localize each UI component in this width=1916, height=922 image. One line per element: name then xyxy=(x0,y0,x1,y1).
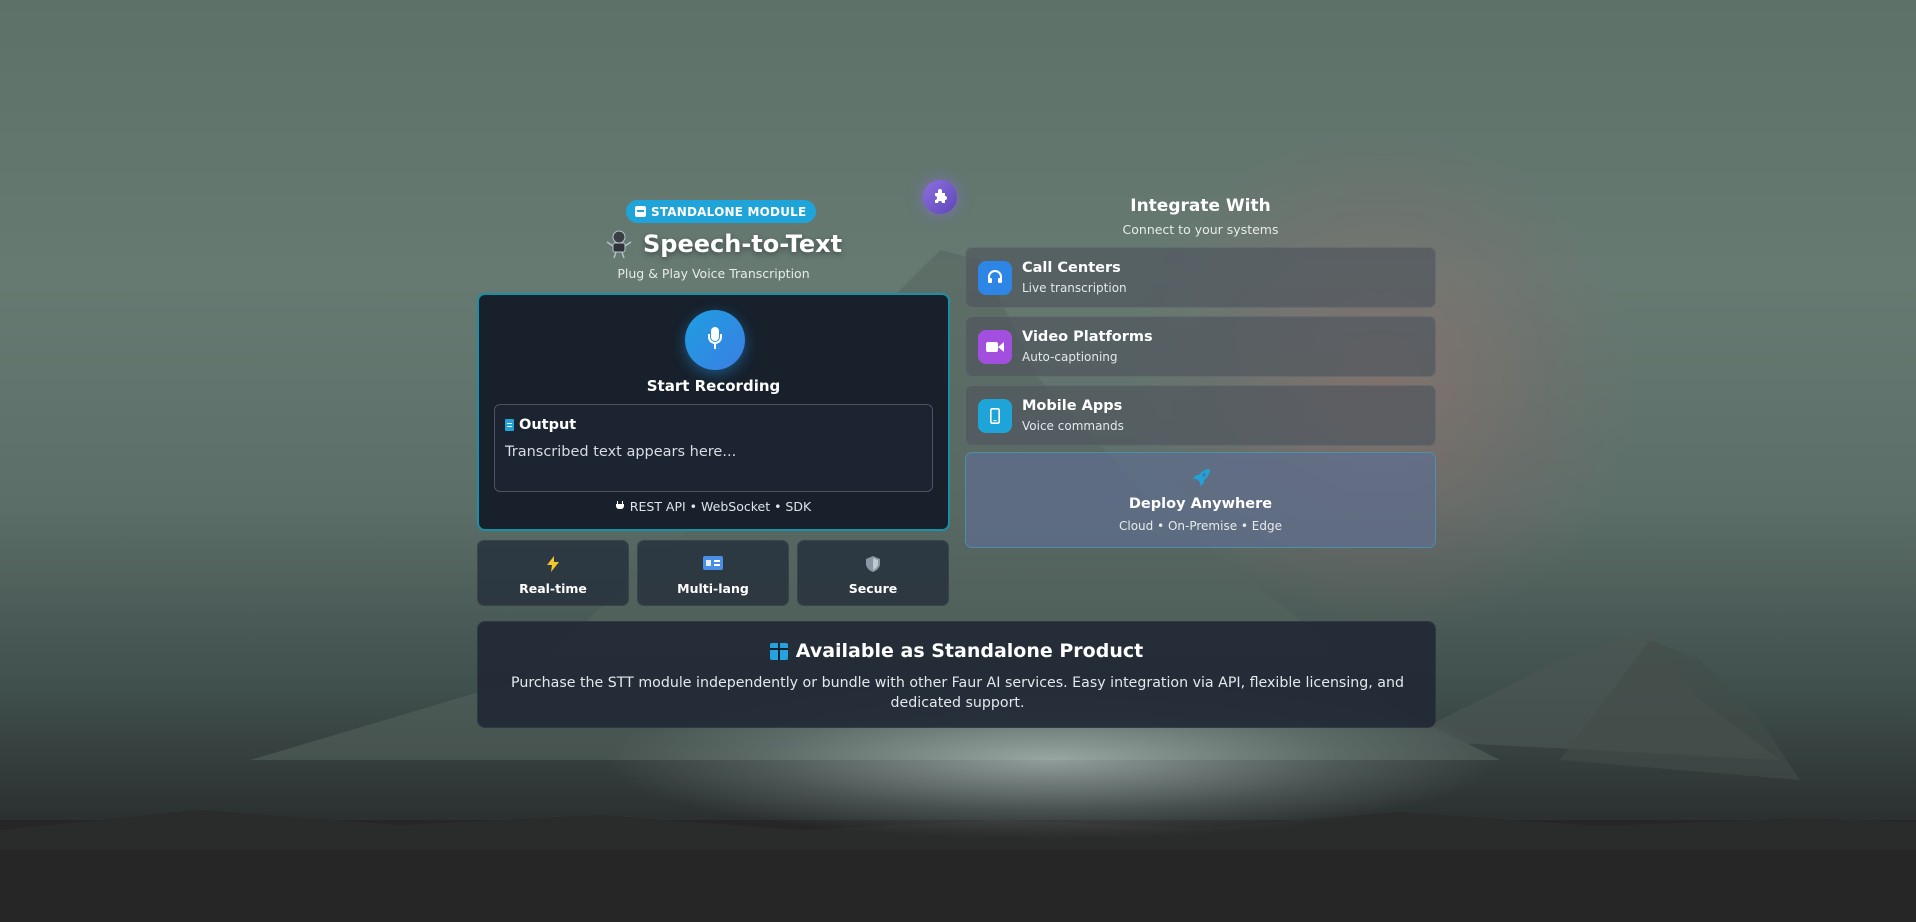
product-description: Purchase the STT module independently or… xyxy=(511,675,1404,711)
background xyxy=(0,0,1916,922)
mountain-landscape xyxy=(0,250,1916,922)
integration-desc: Auto-captioning xyxy=(1022,350,1118,364)
output-box[interactable]: Output Transcribed text appears here... xyxy=(494,404,933,492)
integration-name: Mobile Apps xyxy=(1022,398,1123,414)
mobile-icon xyxy=(978,399,1012,433)
feature-label: Real-time xyxy=(519,581,587,596)
integration-call-centers[interactable]: Call Centers Live transcription xyxy=(965,247,1436,308)
api-line: REST API • WebSocket • SDK xyxy=(479,499,948,514)
integration-name: Video Platforms xyxy=(1022,329,1153,345)
integration-mobile-apps[interactable]: Mobile Apps Voice commands xyxy=(965,385,1436,446)
record-button[interactable] xyxy=(685,310,745,370)
integrations-title: Integrate With xyxy=(1130,196,1271,216)
lightning-icon xyxy=(478,556,628,572)
integration-name: Call Centers xyxy=(1022,260,1121,276)
output-placeholder: Transcribed text appears here... xyxy=(505,444,737,460)
gift-icon xyxy=(769,642,788,660)
feature-secure: Secure xyxy=(797,540,949,606)
rocket-icon xyxy=(966,468,1435,488)
robot-logo-icon xyxy=(603,228,635,260)
deploy-subtitle: Cloud • On-Premise • Edge xyxy=(1118,519,1282,533)
video-icon xyxy=(978,330,1012,364)
plug-icon xyxy=(615,501,624,512)
feature-label: Secure xyxy=(848,581,898,596)
page-subtitle: Plug & Play Voice Transcription xyxy=(617,266,810,281)
product-title-row: Available as Standalone Product xyxy=(478,640,1435,662)
start-recording-label[interactable]: Start Recording xyxy=(479,377,948,395)
api-text: REST API • WebSocket • SDK xyxy=(629,499,812,514)
deploy-title: Deploy Anywhere xyxy=(1128,496,1273,512)
output-title: Output xyxy=(519,417,577,433)
feature-realtime: Real-time xyxy=(477,540,629,606)
standalone-badge: STANDALONE MODULE xyxy=(626,200,817,223)
page-title: Speech-to-Text xyxy=(643,230,843,258)
feature-multilang: Multi-lang xyxy=(637,540,789,606)
shield-icon xyxy=(798,556,948,572)
headset-icon xyxy=(978,261,1012,295)
feature-label: Multi-lang xyxy=(677,581,749,596)
deploy-anywhere-card[interactable]: Deploy Anywhere Cloud • On-Premise • Edg… xyxy=(965,452,1436,548)
integration-desc: Live transcription xyxy=(1022,281,1127,295)
puzzle-icon[interactable] xyxy=(923,180,957,214)
document-icon xyxy=(505,419,514,431)
integration-desc: Voice commands xyxy=(1022,419,1124,433)
recorder-card: Start Recording Output Transcribed text … xyxy=(477,293,950,531)
standalone-product-banner: Available as Standalone Product Purchase… xyxy=(477,621,1436,728)
puzzle-glyph xyxy=(935,189,947,203)
product-title: Available as Standalone Product xyxy=(795,640,1144,662)
integration-video-platforms[interactable]: Video Platforms Auto-captioning xyxy=(965,316,1436,377)
language-icon xyxy=(638,556,788,572)
integrations-subtitle: Connect to your systems xyxy=(1122,222,1279,237)
badge-label: STANDALONE MODULE xyxy=(651,204,807,219)
cube-icon xyxy=(635,206,646,217)
title-row: Speech-to-Text xyxy=(603,228,842,260)
output-header: Output xyxy=(505,417,576,433)
